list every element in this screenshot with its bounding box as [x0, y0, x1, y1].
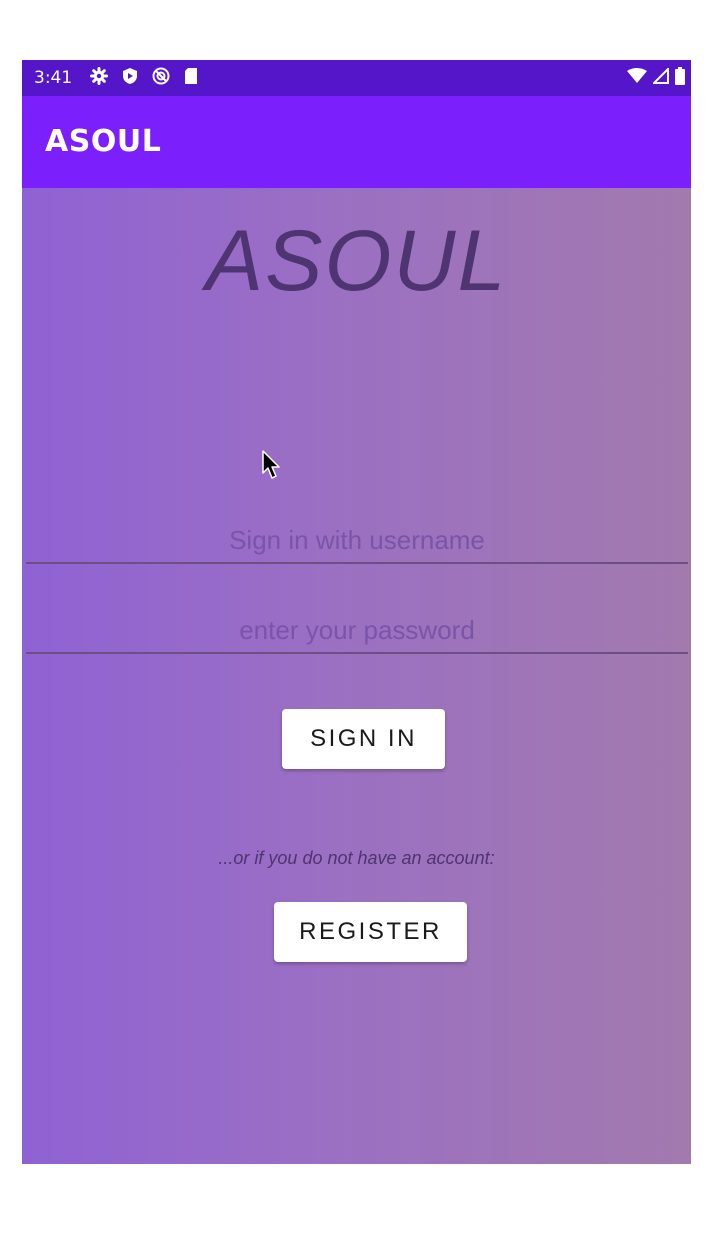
app-bar: ASOUL [22, 96, 691, 188]
register-button[interactable]: REGISTER [274, 902, 467, 962]
sd-card-icon [184, 67, 198, 89]
status-bar: 3:41 [22, 60, 691, 96]
mouse-cursor-icon [262, 450, 282, 484]
no-account-prompt: ...or if you do not have an account: [218, 848, 495, 868]
password-input[interactable]: enter your password [26, 608, 688, 654]
phone-screen: 3:41 ASOUL ASOUL Sign in with username e… [22, 60, 691, 1164]
battery-icon [675, 67, 685, 89]
status-system-icons [627, 60, 685, 96]
app-title: ASOUL [45, 124, 162, 159]
username-input[interactable]: Sign in with username [26, 518, 688, 564]
logo-text: ASOUL [205, 213, 508, 309]
shield-icon [122, 67, 138, 89]
do-not-disturb-icon [152, 67, 170, 89]
status-time: 3:41 [34, 68, 73, 88]
gear-icon [90, 67, 109, 89]
signal-icon [651, 66, 669, 88]
status-notification-icons [90, 67, 198, 89]
login-screen: ASOUL Sign in with username enter your p… [22, 188, 691, 1164]
wifi-icon [627, 68, 647, 88]
sign-in-button[interactable]: SIGN IN [282, 709, 445, 769]
